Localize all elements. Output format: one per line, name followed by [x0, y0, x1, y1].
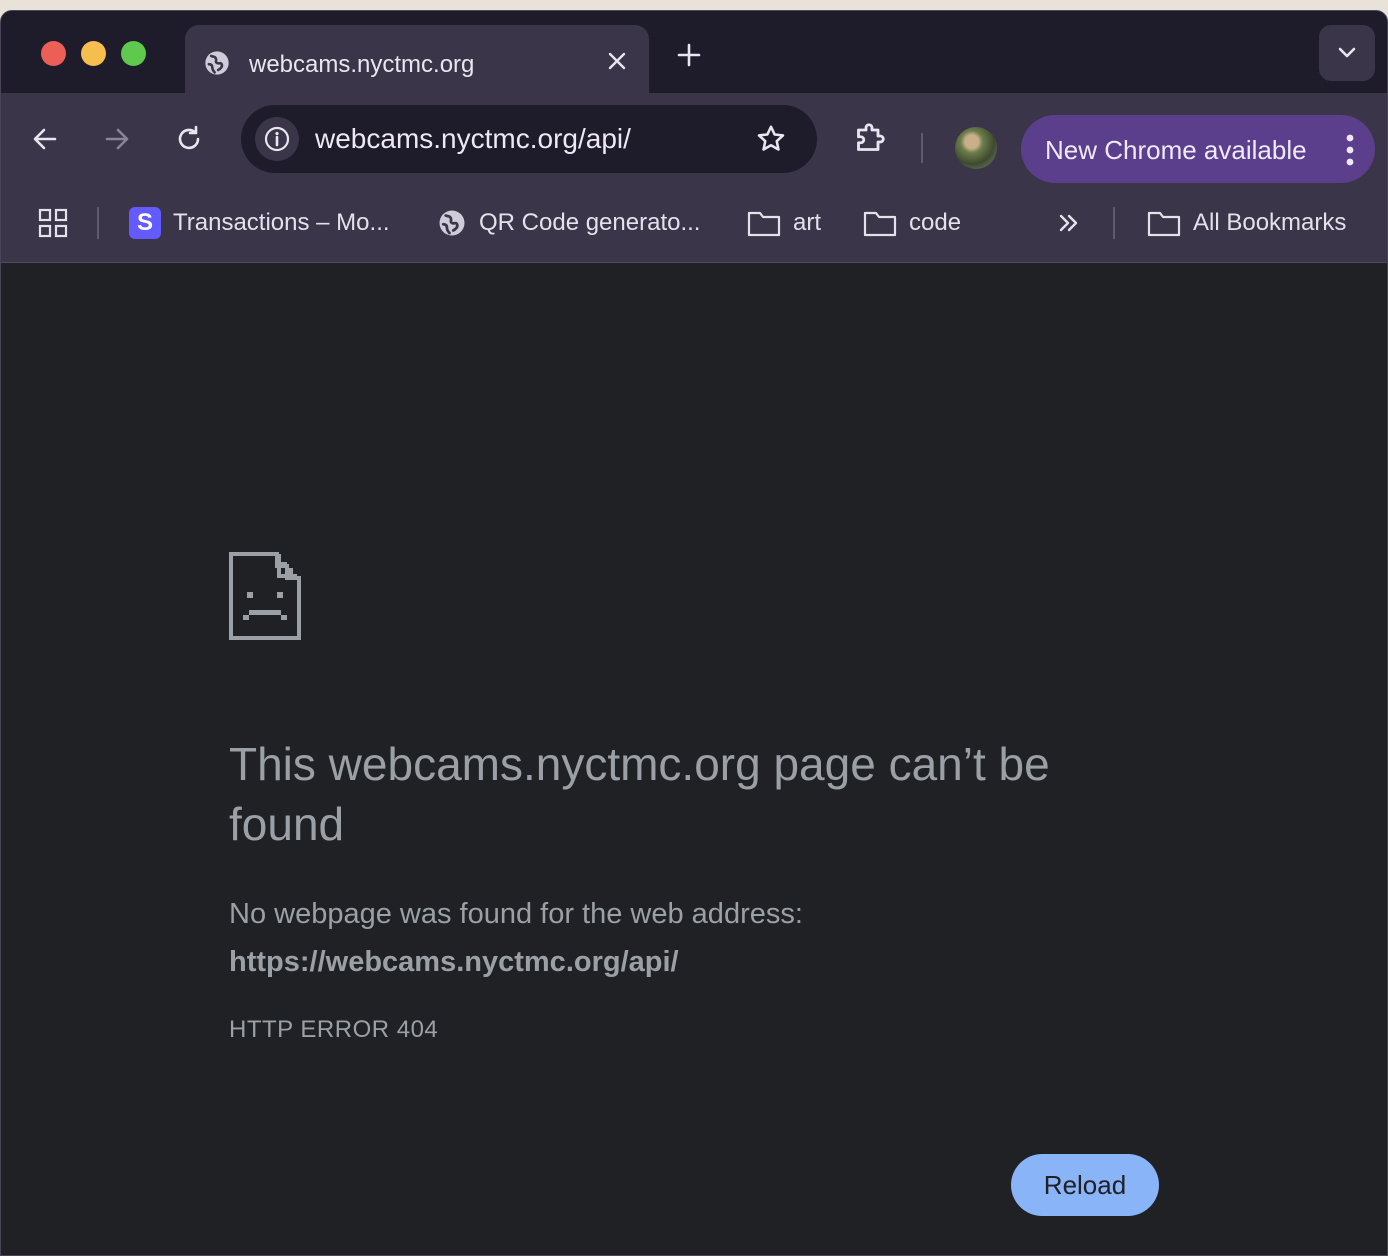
- bookmark-label: art: [793, 209, 822, 236]
- bookmark-star-icon[interactable]: [753, 121, 789, 157]
- folder-icon: [747, 211, 781, 237]
- bookmark-folder-code[interactable]: code: [863, 207, 961, 239]
- sad-page-icon: [229, 552, 301, 640]
- bookmark-folder-art[interactable]: art: [747, 207, 821, 239]
- chevron-down-icon: [1338, 47, 1356, 58]
- bookmark-label: Transactions – Mo...: [173, 209, 390, 236]
- bookmarks-overflow-button[interactable]: [1055, 207, 1083, 239]
- chevron-double-right-icon: [1059, 214, 1078, 232]
- update-chrome-label: New Chrome available: [1045, 135, 1307, 165]
- more-vert-icon[interactable]: [1345, 133, 1355, 167]
- globe-icon: [205, 51, 229, 75]
- tab-active[interactable]: webcams.nyctmc.org: [185, 25, 649, 93]
- error-address: https://webcams.nyctmc.org/api/: [229, 946, 679, 978]
- reload-toolbar-button[interactable]: [167, 117, 211, 161]
- apps-grid-icon: [38, 208, 68, 238]
- address-url[interactable]: webcams.nyctmc.org/api/: [315, 123, 631, 155]
- forward-button[interactable]: [95, 117, 139, 161]
- error-description: No webpage was found for the web address…: [229, 890, 803, 986]
- bookmark-label: QR Code generato...: [479, 209, 701, 236]
- arrow-left-icon: [33, 128, 57, 150]
- minimize-window-button[interactable]: [81, 41, 106, 66]
- tab-close-icon[interactable]: [603, 47, 631, 75]
- bookmarks-divider: [97, 207, 99, 239]
- profile-avatar[interactable]: [955, 127, 997, 169]
- extensions-puzzle-icon[interactable]: [849, 119, 889, 159]
- all-bookmarks-label: All Bookmarks: [1193, 209, 1347, 236]
- reload-button[interactable]: Reload: [1011, 1154, 1159, 1216]
- folder-icon: [863, 211, 897, 237]
- bookmark-qr-code[interactable]: QR Code generato...: [437, 207, 700, 239]
- address-bar[interactable]: webcams.nyctmc.org/api/: [241, 105, 817, 173]
- globe-icon: [439, 210, 465, 236]
- tab-search-button[interactable]: [1319, 25, 1375, 81]
- toolbar-divider: [921, 133, 923, 163]
- refresh-icon: [178, 125, 200, 150]
- error-description-text: No webpage was found for the web address…: [229, 898, 803, 930]
- arrow-right-icon: [105, 128, 129, 150]
- folder-icon: [1147, 211, 1181, 237]
- error-headline: This webcams.nyctmc.org page can’t be fo…: [229, 738, 1050, 850]
- update-chrome-button[interactable]: New Chrome available: [1021, 115, 1375, 183]
- apps-grid-button[interactable]: [37, 207, 69, 239]
- toolbar: webcams.nyctmc.org/api/ New Chrome avail…: [1, 93, 1387, 183]
- browser-window: webcams.nyctmc.org webcams.nyctmc.org/ap: [0, 10, 1388, 1256]
- bookmarks-divider: [1113, 207, 1115, 239]
- tab-strip: webcams.nyctmc.org: [1, 11, 1387, 93]
- back-button[interactable]: [23, 117, 67, 161]
- bookmarks-bar: S Transactions – Mo... QR Code generato.…: [1, 183, 1387, 263]
- maximize-window-button[interactable]: [121, 41, 146, 66]
- new-tab-button[interactable]: [671, 37, 707, 73]
- site-info-icon[interactable]: [255, 117, 299, 161]
- stripe-logo-icon: S: [129, 207, 161, 239]
- tab-title: webcams.nyctmc.org: [249, 51, 475, 78]
- bookmark-label: code: [909, 209, 962, 236]
- bookmark-transactions[interactable]: S Transactions – Mo...: [129, 207, 390, 239]
- page-content: This webcams.nyctmc.org page can’t be fo…: [1, 264, 1387, 1255]
- error-code: HTTP ERROR 404: [229, 1016, 439, 1043]
- close-window-button[interactable]: [41, 41, 66, 66]
- all-bookmarks-button[interactable]: All Bookmarks: [1147, 207, 1346, 239]
